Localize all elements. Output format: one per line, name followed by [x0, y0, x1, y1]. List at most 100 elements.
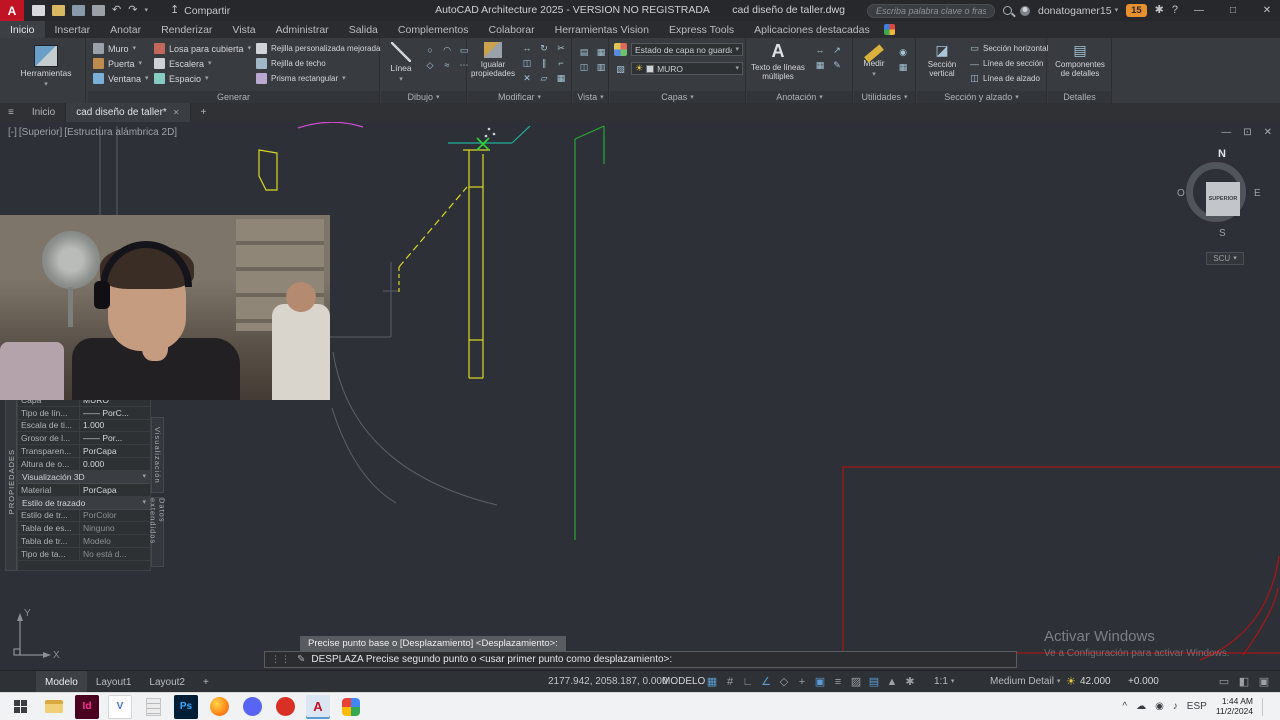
prop-row-tabla-estilos[interactable]: Tabla de es...Ninguno: [18, 522, 150, 535]
viewcube-face-superior[interactable]: SUPERIOR: [1206, 182, 1240, 216]
firefox-icon[interactable]: [207, 695, 231, 719]
espacio-button[interactable]: Espacio▾: [154, 72, 251, 85]
puerta-button[interactable]: Puerta▾: [93, 57, 149, 70]
muro-button[interactable]: Muro▾: [93, 42, 149, 55]
tab-vista[interactable]: Vista: [222, 21, 265, 38]
prop-row-tipo-tabla[interactable]: Tipo de ta...No está d...: [18, 548, 150, 561]
layer-properties-icon[interactable]: [614, 43, 627, 56]
workspace-switcher-icon[interactable]: ✱: [902, 675, 918, 688]
detail-level-button[interactable]: Medium Detail▾: [990, 676, 1060, 687]
drawing-minimize-icon[interactable]: —: [1221, 127, 1231, 138]
app-v-icon[interactable]: V: [108, 695, 132, 719]
transparency-toggle[interactable]: ▨: [848, 675, 864, 688]
panel-label-seccion[interactable]: Sección y alzado▾: [917, 91, 1046, 103]
polar-toggle[interactable]: ∠: [758, 675, 774, 688]
prop-row-transparencia[interactable]: Transparen...PorCapa: [18, 445, 150, 458]
arc-magenta[interactable]: [298, 122, 363, 128]
grid-toggle[interactable]: ▦: [704, 675, 720, 688]
qat-menu-icon[interactable]: ▾: [144, 7, 148, 14]
window-minimize-button[interactable]: —: [1186, 0, 1212, 21]
texto-multilinea-button[interactable]: A Texto de líneas múltiples: [751, 39, 805, 81]
scu-selector[interactable]: SCU▾: [1206, 252, 1244, 265]
prop-row-estilo-trazado[interactable]: Estilo de tr...PorColor: [18, 510, 150, 523]
show-desktop-button[interactable]: [1262, 698, 1272, 716]
app-colorful-icon[interactable]: [339, 695, 363, 719]
settings-icon[interactable]: ✱: [1155, 5, 1164, 16]
file-explorer-icon[interactable]: [42, 695, 66, 719]
save-icon[interactable]: [72, 5, 85, 16]
table-icon[interactable]: ▦: [813, 59, 827, 71]
featured-apps-icon[interactable]: [884, 24, 895, 35]
fillet-icon[interactable]: ⌐: [554, 57, 568, 69]
panel-label-utilidades[interactable]: Utilidades▾: [854, 91, 915, 103]
componentes-detalles-button[interactable]: ▤ Componentes de detalles: [1050, 39, 1110, 78]
graphics-performance-toggle[interactable]: ◧: [1236, 675, 1252, 688]
panel-label-dibujo[interactable]: Dibujo▾: [381, 91, 466, 103]
annotation-toggle[interactable]: ▲: [884, 676, 900, 688]
polygon-icon[interactable]: ◇: [423, 59, 437, 71]
viewport-style-menu[interactable]: [Estructura alámbrica 2D]: [64, 127, 177, 138]
prop-section-visualizacion-3d[interactable]: Visualización 3D▾: [18, 471, 150, 484]
palette-tab-datos-extendidos[interactable]: Datos extendidos: [151, 497, 164, 567]
command-customize-icon[interactable]: ✎: [297, 654, 305, 665]
brightness-value[interactable]: 42.000: [1080, 676, 1111, 687]
tray-clock[interactable]: 1:44 AM 11/2/2024: [1216, 697, 1253, 717]
viewcube-south[interactable]: S: [1219, 228, 1226, 239]
dimension-icon[interactable]: ↔: [813, 44, 827, 56]
prop-row-escala[interactable]: Escala de ti...1.000: [18, 420, 150, 433]
viewcube-east[interactable]: E: [1254, 188, 1261, 199]
tab-express-tools[interactable]: Express Tools: [659, 21, 744, 38]
tab-herramientas-vision[interactable]: Herramientas Vision: [545, 21, 659, 38]
prop-section-estilo-trazado[interactable]: Estilo de trazado▾: [18, 497, 150, 510]
isolate-objects-toggle[interactable]: ▭: [1216, 675, 1232, 688]
linea-seccion-button[interactable]: —Línea de sección: [969, 56, 1048, 71]
command-line-grip[interactable]: ⋮⋮: [271, 654, 291, 665]
undo-icon[interactable]: ↶: [112, 5, 121, 16]
prop-row-tabla-trazado[interactable]: Tabla de tr...Modelo: [18, 535, 150, 548]
new-layout-button[interactable]: +: [194, 671, 218, 693]
igualar-propiedades-button[interactable]: Igualar propiedades: [470, 39, 516, 78]
circle-icon[interactable]: ○: [423, 44, 437, 56]
tab-insertar[interactable]: Insertar: [45, 21, 101, 38]
elevation-value[interactable]: +0.000: [1128, 676, 1159, 687]
tray-expand-icon[interactable]: ^: [1122, 701, 1127, 712]
ventana-button[interactable]: Ventana▾: [93, 72, 149, 85]
autocad-logo-icon[interactable]: A: [0, 0, 24, 21]
volume-icon[interactable]: ♪: [1173, 701, 1178, 712]
layer-state-dropdown[interactable]: Estado de capa no guardado ▾: [631, 43, 743, 56]
trial-days-badge[interactable]: 15: [1126, 4, 1147, 17]
network-icon[interactable]: ◉: [1155, 701, 1164, 712]
tab-colaborar[interactable]: Colaborar: [479, 21, 545, 38]
spline-icon[interactable]: ≈: [440, 59, 454, 71]
viewcube-north[interactable]: N: [1218, 148, 1226, 160]
annotation-scale-button[interactable]: 1:1▾: [934, 676, 954, 687]
drawing-restore-icon[interactable]: ⊡: [1243, 127, 1251, 138]
rotate-icon[interactable]: ↻: [537, 42, 551, 54]
ortho-toggle[interactable]: ∟: [740, 676, 756, 688]
lineweight-toggle[interactable]: ≡: [830, 676, 846, 688]
window-close-button[interactable]: ✕: [1254, 0, 1280, 21]
trim-icon[interactable]: ✂: [554, 42, 568, 54]
new-doc-tab-button[interactable]: +: [191, 103, 217, 122]
quick-calc-icon[interactable]: ▦: [896, 61, 910, 73]
account-menu[interactable]: donatogamer15 ▾: [1038, 5, 1118, 17]
copy-icon[interactable]: ◫: [520, 57, 534, 69]
language-indicator[interactable]: ESP: [1187, 701, 1207, 712]
isodraft-toggle[interactable]: ◇: [776, 675, 792, 688]
open-file-icon[interactable]: [52, 5, 65, 16]
dynamic-input-toggle[interactable]: ▤: [866, 675, 882, 688]
erase-icon[interactable]: ✕: [520, 72, 534, 84]
escalera-button[interactable]: Escalera▾: [154, 57, 251, 70]
named-views-icon[interactable]: ▤: [577, 46, 591, 58]
view-restore-icon[interactable]: ◫: [577, 61, 591, 73]
array-icon[interactable]: ▦: [554, 72, 568, 84]
wall-lines-green[interactable]: [575, 126, 604, 540]
prop-row-grosor[interactable]: Grosor de l...—— Por...: [18, 432, 150, 445]
layout1-tab[interactable]: Layout1: [87, 671, 141, 693]
viewport-view-menu[interactable]: [Superior]: [19, 127, 62, 138]
start-button[interactable]: [9, 695, 33, 719]
viewport-config-icon[interactable]: ▦: [594, 46, 608, 58]
model-tab[interactable]: Modelo: [36, 671, 87, 693]
linea-alzado-button[interactable]: ◫Línea de alzado: [969, 71, 1048, 86]
tab-inicio[interactable]: Inicio: [0, 21, 45, 38]
